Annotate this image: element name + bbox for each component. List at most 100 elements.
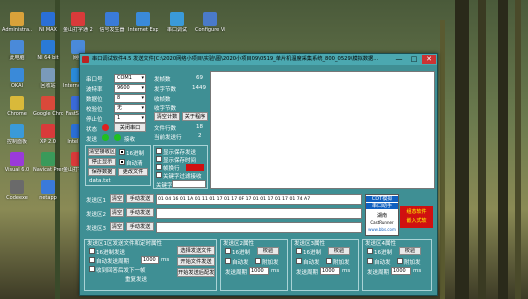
desktop-icon[interactable]: 金山打字通 2016	[63, 12, 93, 33]
frame-newline-checkbox[interactable]	[156, 164, 162, 170]
clear-receive-button[interactable]: 清空接收区	[88, 148, 116, 156]
area2-append-checkbox[interactable]	[255, 258, 261, 264]
close-port-button[interactable]: 关闭串口	[114, 123, 146, 132]
desktop-icon[interactable]: 控制面板	[2, 124, 32, 145]
stop-display-button[interactable]: 停止显示	[88, 158, 116, 166]
ad-line-4: CastRunner	[370, 220, 394, 225]
keyword-filter-checkbox[interactable]	[156, 172, 162, 178]
port-select[interactable]: COM1	[114, 74, 146, 83]
area4-title: 发送区4属性	[365, 241, 396, 247]
send-content-input[interactable]: 01 04 16 01 1A 01 11 01 17 01 17 0F 17 0…	[156, 194, 362, 205]
manual-send-button[interactable]: 手动发送	[126, 208, 154, 217]
select-file-button[interactable]: 选择发送文件	[177, 246, 215, 255]
data-bits-select[interactable]: 8	[114, 94, 146, 103]
desktop-icon[interactable]: Administra...	[2, 12, 32, 33]
send-clear-button[interactable]: 清空	[110, 222, 124, 231]
period-input[interactable]: 1000	[141, 256, 159, 264]
data-bits-label: 数据位	[86, 97, 103, 103]
send-content-input[interactable]	[156, 222, 362, 233]
desktop-icon[interactable]: Navicat Premium	[33, 152, 63, 173]
area3-hex-checkbox[interactable]	[296, 248, 302, 254]
area4-period-input[interactable]: 1000	[391, 267, 411, 275]
desktop-icon[interactable]: 串口调试	[162, 12, 192, 33]
keyword-filter-label: 关键字过滤接收	[163, 174, 202, 180]
stop-bits-select[interactable]: 1	[114, 114, 146, 123]
auto-clear-checkbox[interactable]	[119, 159, 125, 165]
app-shortcut-icon	[10, 152, 24, 166]
manual-send-button[interactable]: 手动发送	[126, 222, 154, 231]
show-time-checkbox[interactable]	[156, 156, 162, 162]
baud-select[interactable]: 9600	[114, 84, 146, 93]
desktop-icon[interactable]: 信号发生器	[97, 12, 127, 33]
desktop-icon[interactable]: 回收站	[33, 68, 63, 89]
desktop-icon[interactable]: NI MAX	[33, 12, 63, 33]
area3-append-checkbox[interactable]	[326, 258, 332, 264]
desktop-icon[interactable]: Internet Explorer	[128, 12, 158, 33]
desktop-icon[interactable]: Visual 6.0	[2, 152, 32, 173]
manual-send-button[interactable]: 手动发送	[126, 194, 154, 203]
area2-period-unit: ms	[271, 268, 280, 274]
change-file-button[interactable]: 更改文件	[118, 168, 148, 176]
send-content-input[interactable]	[156, 208, 362, 219]
area3-period-input[interactable]: 1000	[320, 267, 340, 275]
area3-panel: 发送区3属性 16进制 校验 自动发 附加发 发送周期 1000 ms	[291, 239, 359, 291]
desktop-icon[interactable]: netapp	[33, 180, 63, 201]
tx-frames-label: 发帧数	[154, 77, 171, 83]
area2-check-button[interactable]: 校验	[257, 247, 279, 255]
clear-count-button[interactable]: 清空计数	[154, 112, 180, 121]
ad-line-3: 湖南	[376, 213, 387, 219]
desktop-icon-label: Configure Virtual...	[195, 27, 225, 33]
desktop-icon-label: 控制面板	[6, 139, 27, 145]
auto-period-checkbox[interactable]	[89, 257, 95, 263]
parity-select[interactable]: 无	[114, 104, 146, 113]
file-rows-value: 18	[196, 124, 203, 130]
desktop-icon[interactable]: NI 64 bit	[33, 40, 63, 61]
auto-save-checkbox[interactable]	[156, 148, 162, 154]
start-file-button[interactable]: 开始文件发送	[177, 257, 215, 266]
about-button[interactable]: 关于程序	[182, 112, 208, 121]
desktop-icon[interactable]: Codeexe	[2, 180, 32, 201]
minimize-button[interactable]: —	[392, 55, 406, 64]
area2-period-input[interactable]: 1000	[249, 267, 269, 275]
hex-display-checkbox[interactable]	[119, 149, 125, 155]
save-filename: data.txt	[89, 178, 111, 184]
desktop-icon-label: Internet Explorer	[128, 27, 158, 33]
receive-display-area[interactable]	[210, 71, 435, 189]
keyword-input[interactable]	[172, 180, 206, 188]
area2-hex-checkbox[interactable]	[225, 248, 231, 254]
area3-hex-label: 16进制	[303, 250, 321, 256]
stop-file-button[interactable]: 开始发送后配发	[177, 268, 215, 277]
desktop-icon[interactable]: XP 2.0	[33, 124, 63, 145]
area4-auto-checkbox[interactable]	[367, 258, 373, 264]
desktop-icon[interactable]: OKAI	[2, 68, 32, 89]
desktop-icon[interactable]: 此电脑	[2, 40, 32, 61]
area3-auto-checkbox[interactable]	[296, 258, 302, 264]
current-row-value: 2	[198, 133, 202, 139]
area2-auto-checkbox[interactable]	[225, 258, 231, 264]
area2-panel: 发送区2属性 16进制 校验 自动发 附加发 发送周期 1000 ms	[220, 239, 288, 291]
area4-period-unit: ms	[413, 268, 422, 274]
baud-label: 波特率	[86, 87, 103, 93]
area3-check-button[interactable]: 校验	[328, 247, 350, 255]
desktop-icon[interactable]: Configure Virtual...	[195, 12, 225, 33]
desktop-icon-label: Visual 6.0	[4, 167, 30, 173]
desktop-icon[interactable]: Chrome	[2, 96, 32, 117]
hex-send-checkbox[interactable]	[89, 248, 95, 254]
maximize-button[interactable]: □	[407, 55, 421, 64]
title-bar[interactable]: 串口调试软件4.5 发送文件[C:\2020网络小项目\实验\图\2020小项目…	[80, 54, 437, 65]
app-shortcut-icon	[41, 40, 55, 54]
send-clear-button[interactable]: 清空	[110, 194, 124, 203]
wait-reply-checkbox[interactable]	[89, 266, 95, 272]
repeat-label: 重复发送	[125, 277, 148, 283]
app-icon	[82, 56, 89, 63]
area4-hex-checkbox[interactable]	[367, 248, 373, 254]
software-ad-box[interactable]: 组态软件 嵌入式软	[400, 206, 433, 228]
area4-append-checkbox[interactable]	[397, 258, 403, 264]
save-data-button[interactable]: 保存数据	[88, 168, 116, 176]
app-shortcut-icon	[71, 12, 85, 26]
desktop-icon[interactable]: Google Chrome	[33, 96, 63, 117]
area4-check-button[interactable]: 校验	[399, 247, 421, 255]
send-clear-button[interactable]: 清空	[110, 208, 124, 217]
vendor-ad-box[interactable]: CDT模拟 串口助手 湖南 CastRunner www.bbs.com	[365, 194, 399, 236]
close-button[interactable]: ✕	[422, 55, 436, 64]
